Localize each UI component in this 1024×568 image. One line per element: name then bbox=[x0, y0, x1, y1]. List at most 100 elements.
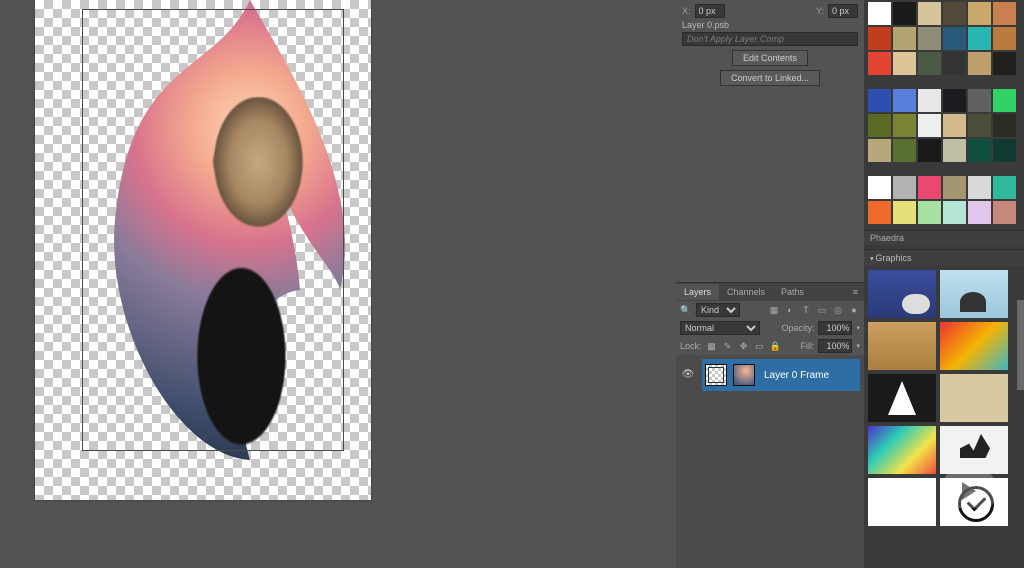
layers-list[interactable]: 👁 Layer 0 Frame bbox=[676, 355, 864, 568]
swatch[interactable] bbox=[943, 139, 966, 162]
swatch[interactable] bbox=[893, 52, 916, 75]
swatch-group-label[interactable]: Phaedra bbox=[864, 230, 1024, 245]
swatch[interactable] bbox=[968, 2, 991, 25]
swatch[interactable] bbox=[868, 2, 891, 25]
video-play-overlay-icon[interactable] bbox=[944, 473, 994, 508]
swatch[interactable] bbox=[993, 114, 1016, 137]
lock-transparency-icon[interactable]: ▩ bbox=[706, 341, 718, 352]
fill-dropdown-icon[interactable]: ▾ bbox=[856, 342, 860, 350]
panel-menu-icon[interactable]: ≡ bbox=[847, 287, 864, 297]
swatch[interactable] bbox=[868, 139, 891, 162]
graphic-thumb[interactable] bbox=[940, 374, 1008, 422]
swatch[interactable] bbox=[943, 114, 966, 137]
swatch[interactable] bbox=[893, 201, 916, 224]
swatch[interactable] bbox=[918, 89, 941, 112]
swatch[interactable] bbox=[993, 52, 1016, 75]
content-thumbnail[interactable] bbox=[733, 364, 755, 386]
swatch[interactable] bbox=[968, 114, 991, 137]
swatch[interactable] bbox=[893, 176, 916, 199]
graphic-thumb[interactable] bbox=[940, 270, 1008, 318]
libraries-scrollbar[interactable] bbox=[1017, 300, 1024, 560]
canvas-area[interactable] bbox=[0, 0, 638, 568]
opacity-input[interactable] bbox=[818, 321, 852, 335]
scrollbar-thumb[interactable] bbox=[1017, 300, 1024, 390]
swatch[interactable] bbox=[993, 89, 1016, 112]
swatch[interactable] bbox=[968, 176, 991, 199]
frame-selection[interactable] bbox=[82, 9, 344, 451]
swatch[interactable] bbox=[868, 114, 891, 137]
swatch[interactable] bbox=[968, 52, 991, 75]
swatch[interactable] bbox=[943, 89, 966, 112]
graphic-thumb[interactable] bbox=[868, 478, 936, 526]
lock-position-icon[interactable]: ✥ bbox=[738, 341, 750, 352]
graphic-thumb[interactable] bbox=[868, 426, 936, 474]
filter-toggle-icon[interactable]: ● bbox=[848, 305, 860, 315]
swatch[interactable] bbox=[993, 201, 1016, 224]
tab-channels[interactable]: Channels bbox=[719, 284, 773, 300]
swatch[interactable] bbox=[993, 2, 1016, 25]
document[interactable] bbox=[35, 0, 371, 500]
opacity-label: Opacity: bbox=[781, 323, 814, 333]
graphic-thumb[interactable] bbox=[940, 322, 1008, 370]
swatch[interactable] bbox=[868, 27, 891, 50]
fill-input[interactable] bbox=[818, 339, 852, 353]
swatch[interactable] bbox=[943, 201, 966, 224]
swatch[interactable] bbox=[918, 52, 941, 75]
swatch[interactable] bbox=[893, 89, 916, 112]
swatch[interactable] bbox=[893, 27, 916, 50]
swatch[interactable] bbox=[868, 176, 891, 199]
swatch[interactable] bbox=[868, 89, 891, 112]
filter-smart-icon[interactable]: ◎ bbox=[832, 305, 844, 316]
swatch[interactable] bbox=[918, 201, 941, 224]
swatch[interactable] bbox=[893, 2, 916, 25]
convert-to-linked-button[interactable]: Convert to Linked... bbox=[720, 70, 820, 86]
swatch[interactable] bbox=[993, 139, 1016, 162]
swatch[interactable] bbox=[968, 89, 991, 112]
swatch[interactable] bbox=[893, 114, 916, 137]
swatch[interactable] bbox=[968, 201, 991, 224]
swatch[interactable] bbox=[968, 139, 991, 162]
swatch[interactable] bbox=[893, 139, 916, 162]
graphic-thumb[interactable] bbox=[868, 374, 936, 422]
swatch[interactable] bbox=[993, 176, 1016, 199]
visibility-toggle[interactable]: 👁 bbox=[680, 359, 696, 391]
x-input[interactable] bbox=[695, 4, 725, 18]
swatch[interactable] bbox=[918, 114, 941, 137]
layer-row[interactable]: Layer 0 Frame bbox=[702, 359, 860, 391]
swatch[interactable] bbox=[943, 2, 966, 25]
swatch[interactable] bbox=[943, 52, 966, 75]
graphic-thumb[interactable] bbox=[868, 322, 936, 370]
edit-contents-button[interactable]: Edit Contents bbox=[732, 50, 808, 66]
filter-adjust-icon[interactable]: ◐ bbox=[784, 305, 796, 315]
frame-thumbnail[interactable] bbox=[705, 364, 727, 386]
swatch[interactable] bbox=[868, 52, 891, 75]
y-label: Y: bbox=[816, 6, 824, 16]
filter-pixel-icon[interactable]: ▦ bbox=[768, 305, 780, 316]
lock-artboard-icon[interactable]: ▭ bbox=[754, 341, 766, 352]
blend-mode-select[interactable]: Normal bbox=[680, 321, 760, 335]
swatch[interactable] bbox=[918, 139, 941, 162]
swatch[interactable] bbox=[943, 176, 966, 199]
swatch[interactable] bbox=[918, 176, 941, 199]
tab-paths[interactable]: Paths bbox=[773, 284, 812, 300]
swatch[interactable] bbox=[993, 27, 1016, 50]
swatch[interactable] bbox=[918, 2, 941, 25]
graphic-thumb[interactable] bbox=[868, 270, 936, 318]
swatch[interactable] bbox=[968, 27, 991, 50]
graphics-header[interactable]: Graphics bbox=[864, 249, 1024, 266]
lock-all-icon[interactable]: 🔒 bbox=[770, 341, 782, 352]
swatch[interactable] bbox=[918, 27, 941, 50]
filter-type-icon[interactable]: T bbox=[800, 305, 812, 315]
y-input[interactable] bbox=[828, 4, 858, 18]
swatch[interactable] bbox=[868, 201, 891, 224]
graphic-thumb[interactable] bbox=[940, 426, 1008, 474]
smart-object-properties: X: Y: Layer 0.psb Don't Apply Layer Comp… bbox=[676, 0, 864, 94]
tab-layers[interactable]: Layers bbox=[676, 284, 719, 300]
opacity-dropdown-icon[interactable]: ▾ bbox=[856, 324, 860, 332]
layer-comp-dropdown[interactable]: Don't Apply Layer Comp bbox=[682, 32, 858, 46]
filter-kind-select[interactable]: Kind bbox=[696, 303, 740, 317]
filter-shape-icon[interactable]: ▭ bbox=[816, 305, 828, 316]
lock-brush-icon[interactable]: ✎ bbox=[722, 341, 734, 352]
layer-name[interactable]: Layer 0 Frame bbox=[764, 370, 829, 381]
swatch[interactable] bbox=[943, 27, 966, 50]
